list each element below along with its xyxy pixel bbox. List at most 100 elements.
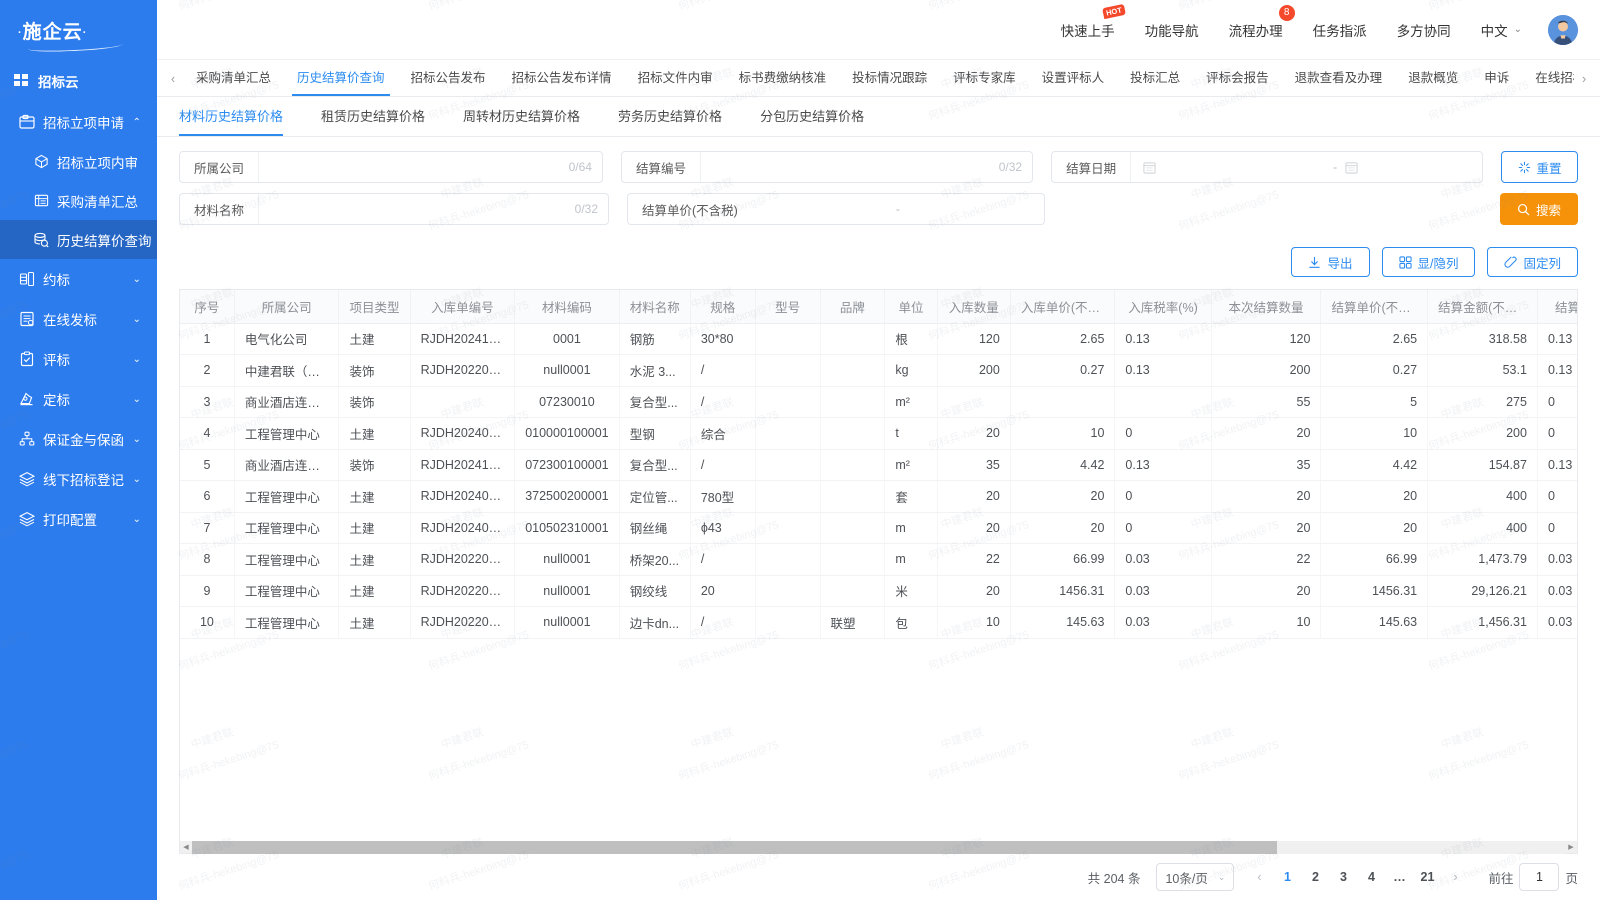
tab-评标会报告[interactable]: 评标会报告 [1193, 60, 1282, 96]
fixed-columns-button[interactable]: 固定列 [1487, 247, 1578, 277]
pagination-page-4[interactable]: 4 [1358, 864, 1384, 890]
table-row[interactable]: 10工程管理中心土建RJDH202208...null0001边卡dn.../联… [180, 607, 1577, 639]
filter-company[interactable]: 所属公司 0/64 [179, 151, 603, 183]
sidebar-item-招标立项内审[interactable]: 招标立项内审 [0, 142, 157, 181]
column-header[interactable]: 所属公司 [234, 290, 339, 323]
tabs-scroll-left-icon[interactable]: ‹ [163, 71, 183, 86]
sidebar-root-招标云[interactable]: 招标云 [0, 60, 157, 102]
table-row[interactable]: 7工程管理中心土建RJDH202407...010502310001钢丝绳ϕ43… [180, 512, 1577, 544]
column-header[interactable]: 入库数量 [937, 290, 1010, 323]
header-nav-任务指派[interactable]: 任务指派 [1313, 20, 1367, 40]
tab-标书费缴纳核准[interactable]: 标书费缴纳核准 [726, 60, 840, 96]
sidebar-item-历史结算价查询[interactable]: 历史结算价查询 [0, 220, 157, 259]
tab-退款概览[interactable]: 退款概览 [1395, 60, 1471, 96]
table-row[interactable]: 6工程管理中心土建RJDH202407...372500200001定位管...… [180, 481, 1577, 513]
table-row[interactable]: 8工程管理中心土建RJDH202208...null0001桥架20.../m2… [180, 544, 1577, 576]
pagination-page-21[interactable]: 21 [1414, 864, 1440, 890]
tab-招标文件内审[interactable]: 招标文件内审 [625, 60, 726, 96]
filter-material-name-input-wrap[interactable]: 0/32 [259, 194, 608, 224]
sidebar-item-评标[interactable]: 评标 ⌄ [0, 339, 157, 379]
column-header[interactable]: 材料名称 [619, 290, 690, 323]
pagination-next-icon[interactable]: › [1442, 864, 1468, 890]
tab-投标情况跟踪[interactable]: 投标情况跟踪 [839, 60, 940, 96]
sidebar-item-线下招标登记[interactable]: 线下招标登记 ⌄ [0, 459, 157, 499]
tab-招标公告发布[interactable]: 招标公告发布 [398, 60, 499, 96]
column-header[interactable]: 型号 [755, 290, 820, 323]
table-row[interactable]: 2中建君联（广...装饰RJDH202205...null0001水泥 3...… [180, 355, 1577, 387]
column-header[interactable]: 结算单价(不含... [1321, 290, 1428, 323]
filter-settle-no[interactable]: 结算编号 0/32 [621, 151, 1033, 183]
column-header[interactable]: 品牌 [820, 290, 885, 323]
tab-历史结算价查询[interactable]: 历史结算价查询 [284, 60, 398, 96]
filter-settle-date[interactable]: 结算日期 - [1051, 151, 1483, 183]
scroll-right-icon[interactable]: ▶ [1565, 843, 1577, 851]
horizontal-scrollbar[interactable]: ◀ ▶ [179, 841, 1578, 854]
table-row[interactable]: 3商业酒店连锁...装饰07230010复合型.../m²5552750 [180, 386, 1577, 418]
column-header[interactable]: 入库税率(%) [1115, 290, 1211, 323]
sub-tab-材料历史结算价格[interactable]: 材料历史结算价格 [179, 97, 283, 136]
column-header[interactable]: 项目类型 [339, 290, 410, 323]
sidebar-item-打印配置[interactable]: 打印配置 ⌄ [0, 499, 157, 539]
tab-申诉[interactable]: 申诉 [1471, 60, 1522, 96]
page-jump-input[interactable] [1519, 863, 1559, 891]
tab-招标公告发布详情[interactable]: 招标公告发布详情 [499, 60, 625, 96]
sidebar-item-定标[interactable]: 定标 ⌄ [0, 379, 157, 419]
date-end[interactable] [1345, 160, 1527, 174]
table-row[interactable]: 9工程管理中心土建RJDH202208...null0001钢绞线20米2014… [180, 575, 1577, 607]
filter-settle-no-input-wrap[interactable]: 0/32 [701, 152, 1032, 182]
pagination-page-2[interactable]: 2 [1302, 864, 1328, 890]
filter-unit-price-range[interactable]: - [752, 194, 1044, 224]
column-header[interactable]: 结算金额(不含... [1428, 290, 1538, 323]
sidebar-item-约标[interactable]: 约标 ⌄ [0, 259, 157, 299]
tab-设置评标人[interactable]: 设置评标人 [1029, 60, 1118, 96]
tab-在线招标定标报审[interactable]: 在线招标定标报审 [1522, 60, 1574, 96]
column-header[interactable]: 材料编码 [515, 290, 620, 323]
scrollbar-track[interactable] [192, 841, 1565, 854]
tab-退款查看及办理[interactable]: 退款查看及办理 [1282, 60, 1396, 96]
pagination-ellipsis[interactable]: … [1386, 864, 1412, 890]
pagination-page-3[interactable]: 3 [1330, 864, 1356, 890]
sidebar-item-在线发标[interactable]: 在线发标 ⌄ [0, 299, 157, 339]
date-start[interactable] [1143, 160, 1325, 174]
company-input[interactable] [269, 152, 563, 182]
settle-no-input[interactable] [711, 152, 993, 182]
table-row[interactable]: 5商业酒店连锁...装饰RJDH202410...072300100001复合型… [180, 449, 1577, 481]
column-header[interactable]: 规格 [690, 290, 755, 323]
sidebar-item-保证金与保函[interactable]: 保证金与保函 ⌄ [0, 419, 157, 459]
filter-unit-price[interactable]: 结算单价(不含税) - [627, 193, 1045, 225]
header-nav-多方协同[interactable]: 多方协同 [1397, 20, 1451, 40]
filter-company-input-wrap[interactable]: 0/64 [259, 152, 602, 182]
page-size-select[interactable]: 10条/页 ⌄ [1156, 863, 1234, 891]
column-header[interactable]: 入库单价(不含... [1010, 290, 1115, 323]
material-name-input[interactable] [269, 194, 569, 224]
header-nav-快速上手[interactable]: 快速上手 HOT [1061, 20, 1115, 40]
sub-tab-周转材历史结算价格[interactable]: 周转材历史结算价格 [463, 97, 580, 136]
date-start-input[interactable] [1164, 160, 1325, 174]
language-selector[interactable]: 中文 ⌄ [1481, 20, 1522, 40]
sidebar-item-招标立项申请[interactable]: 招标立项申请 ⌃ [0, 102, 157, 142]
tabs-scroll-right-icon[interactable]: › [1574, 71, 1594, 86]
sub-tab-租赁历史结算价格[interactable]: 租赁历史结算价格 [321, 97, 425, 136]
scroll-left-icon[interactable]: ◀ [180, 843, 192, 851]
column-header[interactable]: 单位 [885, 290, 937, 323]
page-jump[interactable]: 前往 页 [1488, 863, 1578, 891]
column-header[interactable]: 本次结算数量 [1211, 290, 1321, 323]
filter-material-name[interactable]: 材料名称 0/32 [179, 193, 609, 225]
table-row[interactable]: 1电气化公司土建RJDH202410...0001钢筋30*80根1202.65… [180, 323, 1577, 355]
sidebar-item-采购清单汇总[interactable]: 采购清单汇总 [0, 181, 157, 220]
tab-评标专家库[interactable]: 评标专家库 [940, 60, 1029, 96]
column-header[interactable]: 入库单编号 [410, 290, 515, 323]
table-row[interactable]: 4工程管理中心土建RJDH202407...010000100001型钢综合t2… [180, 418, 1577, 450]
column-header[interactable]: 序号 [180, 290, 234, 323]
brand-logo[interactable]: ·施企云· [0, 0, 157, 60]
header-nav-功能导航[interactable]: 功能导航 [1145, 20, 1199, 40]
reset-button[interactable]: 重置 [1501, 151, 1578, 183]
avatar[interactable] [1548, 15, 1578, 45]
tab-投标汇总[interactable]: 投标汇总 [1117, 60, 1193, 96]
pagination-prev-icon[interactable]: ‹ [1246, 864, 1272, 890]
sub-tab-劳务历史结算价格[interactable]: 劳务历史结算价格 [618, 97, 722, 136]
column-header[interactable]: 结算税率(%) [1537, 290, 1577, 323]
search-button[interactable]: 搜索 [1500, 193, 1578, 225]
table-scroll-area[interactable]: 序号所属公司项目类型入库单编号材料编码材料名称规格型号品牌单位入库数量入库单价(… [180, 290, 1577, 841]
toggle-columns-button[interactable]: 显/隐列 [1382, 247, 1476, 277]
